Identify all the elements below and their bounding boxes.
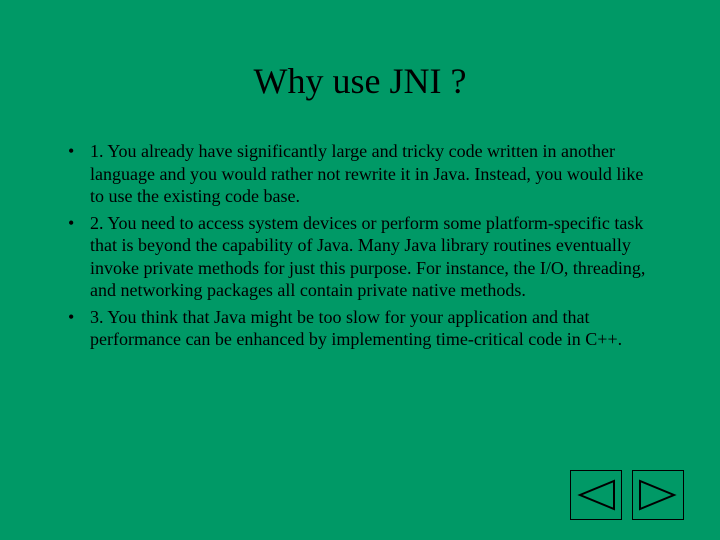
arrow-left-icon: [576, 477, 616, 513]
prev-button[interactable]: [570, 470, 622, 520]
slide-title: Why use JNI ?: [0, 60, 720, 102]
slide-content: 1. You already have significantly large …: [0, 140, 720, 351]
list-item: 3. You think that Java might be too slow…: [62, 306, 658, 351]
arrow-right-icon: [638, 477, 678, 513]
slide: Why use JNI ? 1. You already have signif…: [0, 0, 720, 540]
nav-controls: [570, 470, 684, 520]
list-item: 2. You need to access system devices or …: [62, 212, 658, 302]
list-item: 1. You already have significantly large …: [62, 140, 658, 208]
next-button[interactable]: [632, 470, 684, 520]
bullet-list: 1. You already have significantly large …: [62, 140, 658, 351]
